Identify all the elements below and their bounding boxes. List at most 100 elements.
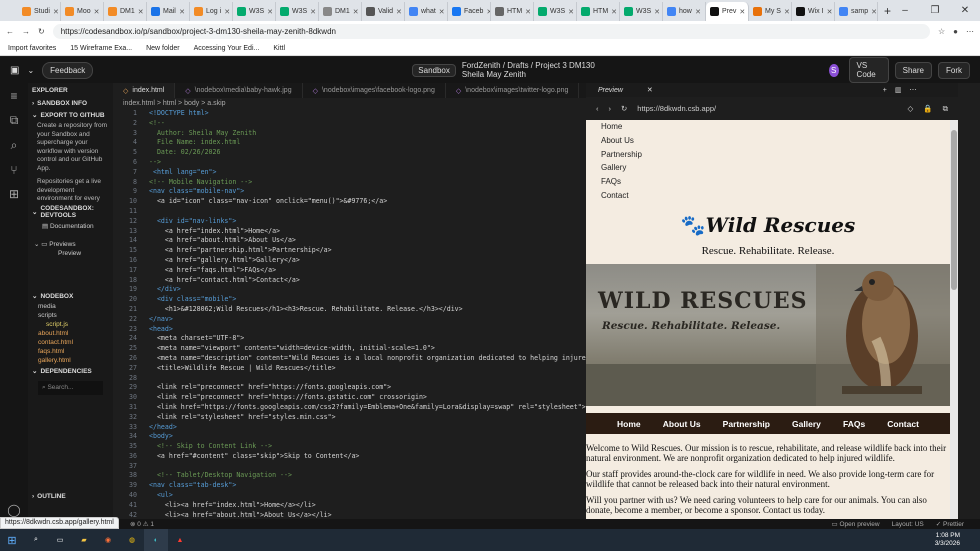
close-tab-icon[interactable]: ✕ [871, 8, 877, 16]
editor-tab[interactable]: ◇ index.html [113, 83, 176, 98]
windows-start-icon[interactable]: ⊞ [0, 529, 24, 551]
browser-tab[interactable]: My S ✕ [749, 2, 792, 21]
browser-tab[interactable]: Moo ✕ [61, 2, 104, 21]
back-icon[interactable]: ‹ [596, 104, 599, 113]
dependency-search[interactable]: ⌕ Search... [38, 381, 103, 395]
browser-tab[interactable]: Mail ✕ [147, 2, 190, 21]
mobile-nav-link[interactable]: Contact [586, 189, 950, 203]
avatar[interactable]: S [828, 63, 839, 77]
mobile-nav-link[interactable]: Home [586, 120, 950, 134]
code-editor[interactable]: 1 <!DOCTYPE html> 2 <!-- 3 Author: Sheila Ma… [113, 109, 586, 519]
outline-section[interactable]: › OUTLINE [28, 491, 113, 502]
menu-icon[interactable]: ≡ [10, 89, 17, 103]
chrome-icon[interactable]: ◍ [120, 529, 144, 551]
file-item[interactable]: scripts [28, 311, 113, 320]
profile-icon[interactable]: ● [953, 27, 958, 36]
star-icon[interactable]: ☆ [938, 27, 945, 36]
vscode-button[interactable]: VS Code [848, 57, 889, 83]
firefox-icon[interactable]: ◉ [96, 529, 120, 551]
preview-scrollbar[interactable] [950, 120, 958, 519]
preview-item[interactable]: Preview [28, 249, 113, 258]
maximize-button[interactable]: ❐ [920, 0, 950, 21]
fork-button[interactable]: Fork [938, 61, 970, 79]
file-item[interactable]: media [28, 302, 113, 311]
forward-icon[interactable]: → [22, 27, 30, 36]
project-breadcrumb[interactable]: FordZenith / Drafts / Project 3 DM130 Sh… [462, 61, 612, 79]
close-tab-icon[interactable]: ✕ [654, 8, 660, 16]
file-item[interactable]: faqs.html [28, 347, 113, 356]
close-window-button[interactable]: ✕ [950, 0, 980, 21]
prettier-status[interactable]: ✓ Prettier [936, 520, 964, 528]
close-tab-icon[interactable]: ✕ [224, 8, 230, 16]
scroll-thumb[interactable] [951, 130, 957, 290]
acrobat-icon[interactable]: ▲ [168, 529, 192, 551]
close-tab-icon[interactable]: ✕ [611, 8, 617, 16]
bookmark-wireframe[interactable]: 15 Wireframe Exa... [70, 45, 132, 52]
editor-tab[interactable]: ◇ \nodebox\images\facebook-logo.png [303, 83, 446, 98]
browser-tab[interactable]: Prev ✕ [706, 2, 749, 21]
close-tab-icon[interactable]: ✕ [439, 8, 445, 16]
close-tab-icon[interactable]: ✕ [784, 8, 790, 16]
tab-nav-link[interactable]: Home [617, 419, 641, 429]
browser-tab[interactable]: Wix I ✕ [792, 2, 835, 21]
browser-tab[interactable]: samp ✕ [835, 2, 878, 21]
share-button[interactable]: Share [894, 61, 932, 79]
bookmark-kittl[interactable]: Kittl [273, 45, 285, 52]
mobile-nav-link[interactable]: FAQs [586, 175, 950, 189]
chevron-down-icon[interactable]: ⌄ [27, 66, 34, 75]
mobile-nav-link[interactable]: Gallery [586, 161, 950, 175]
close-tab-icon[interactable]: ✕ [179, 8, 185, 16]
forward-icon[interactable]: › [609, 104, 612, 113]
browser-tab[interactable]: W3S ✕ [620, 2, 663, 21]
layout-indicator[interactable]: Layout: US [892, 521, 924, 528]
previews-item[interactable]: ⌄ ▭ Previews [28, 239, 113, 249]
split-icon[interactable]: ▥ [895, 86, 902, 94]
close-tab-icon[interactable]: ✕ [310, 8, 316, 16]
preview-url[interactable]: https://8dkwdn.csb.app/ [637, 104, 897, 113]
editor-tab[interactable]: ◇ \nodebox\images\twitter-logo.png [446, 83, 580, 98]
tab-nav-link[interactable]: Gallery [792, 419, 821, 429]
devtools-icon[interactable]: ◇ [908, 104, 914, 113]
minimize-button[interactable]: – [890, 0, 920, 21]
search-icon[interactable]: ⌕ [24, 529, 48, 551]
lock-icon[interactable]: 🔒 [923, 104, 932, 113]
file-item[interactable]: about.html [28, 329, 113, 338]
add-icon[interactable]: + [883, 87, 887, 94]
export-section[interactable]: ⌄ EXPORT TO GITHUB [28, 109, 113, 121]
close-tab-icon[interactable]: ✕ [827, 8, 833, 16]
editor-tab[interactable]: ◇ \nodebox\media\baby-hawk.jpg [175, 83, 303, 98]
layout-icon[interactable]: ▣ [10, 65, 19, 76]
reload-icon[interactable]: ↻ [38, 27, 45, 36]
browser-tab[interactable]: W3S ✕ [534, 2, 577, 21]
close-tab-icon[interactable]: ✕ [53, 8, 59, 16]
extensions-icon[interactable]: ⊞ [9, 187, 19, 201]
browser-tab[interactable]: Studi ✕ [18, 2, 61, 21]
mobile-nav-link[interactable]: About Us [586, 134, 950, 148]
open-preview-button[interactable]: ▭ Open preview [832, 520, 880, 528]
browser-tab[interactable]: HTM ✕ [577, 2, 620, 21]
browser-tab[interactable]: DM1 ✕ [319, 2, 362, 21]
nodebox-section[interactable]: ⌄ NODEBOX [28, 290, 113, 302]
close-tab-icon[interactable]: ✕ [568, 8, 574, 16]
open-new-window-icon[interactable]: ⧉ [943, 104, 948, 114]
sandbox-info-section[interactable]: › SANDBOX INFO [28, 98, 113, 109]
task-view-icon[interactable]: ▭ [48, 529, 72, 551]
url-field[interactable]: https://codesandbox.io/p/sandbox/project… [52, 23, 930, 39]
bookmark-new-folder[interactable]: New folder [146, 45, 179, 52]
close-tab-icon[interactable]: ✕ [94, 8, 100, 16]
files-icon[interactable]: ⧉ [10, 113, 19, 128]
close-tab-icon[interactable]: ✕ [138, 8, 144, 16]
browser-tab[interactable]: how ✕ [663, 2, 706, 21]
tab-nav-link[interactable]: About Us [663, 419, 701, 429]
documentation-item[interactable]: ▤ Documentation [28, 221, 113, 231]
tab-nav-link[interactable]: Contact [887, 419, 919, 429]
close-tab-icon[interactable]: ✕ [267, 8, 273, 16]
account-icon[interactable]: ◯ [7, 503, 20, 517]
tab-nav-link[interactable]: Partnership [723, 419, 770, 429]
browser-tab[interactable]: HTM ✕ [491, 2, 534, 21]
close-tab-icon[interactable]: ✕ [396, 8, 402, 16]
devtools-section[interactable]: ⌄ CODESANDBOX: DEVTOOLS [28, 203, 113, 221]
close-icon[interactable]: ✕ [647, 86, 653, 94]
back-icon[interactable]: ← [6, 27, 14, 36]
browser-tab[interactable]: Log i ✕ [190, 2, 233, 21]
